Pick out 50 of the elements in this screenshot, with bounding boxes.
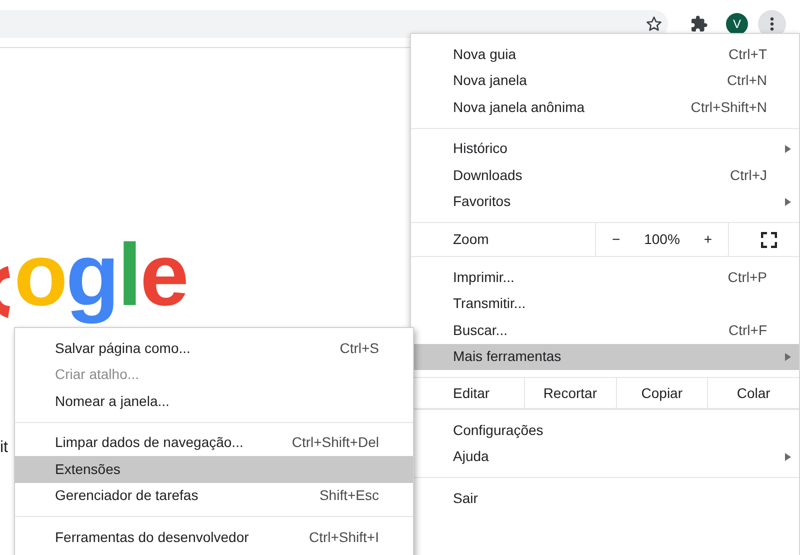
menu-item[interactable]: Downloads Ctrl+J — [411, 162, 799, 188]
menu-item[interactable]: Mais ferramentas — [411, 344, 799, 370]
star-icon[interactable] — [645, 14, 663, 32]
menu-item[interactable]: Nova guia Ctrl+T — [411, 41, 799, 68]
submenu-item[interactable]: Gerenciador de tarefas Shift+Esc — [15, 482, 413, 509]
menu-item[interactable]: Transmitir... — [411, 290, 799, 317]
edit-button[interactable]: Colar — [707, 378, 799, 408]
edit-button[interactable]: Recortar — [524, 378, 616, 408]
shortcut-text: Ctrl+N — [726, 71, 767, 90]
menu-item[interactable]: Nova janela anônima Ctrl+Shift+N — [411, 94, 799, 120]
shortcut-text: Shift+Esc — [319, 486, 379, 506]
submenu-item[interactable]: Salvar página como... Ctrl+S — [15, 335, 413, 362]
search-text: it — [0, 438, 8, 458]
edit-label: Editar — [452, 384, 491, 402]
shortcut-text: Ctrl+T — [728, 44, 767, 64]
avatar[interactable]: V — [726, 12, 748, 34]
submenu-arrow-icon — [785, 352, 791, 360]
menu-item[interactable]: Buscar... Ctrl+F — [411, 317, 799, 344]
zoom-label: Zoom — [452, 230, 490, 249]
menu-item[interactable]: Sair — [411, 485, 799, 512]
submenu-item[interactable]: Limpar dados de navegação... Ctrl+Shift+Del — [15, 430, 413, 456]
menu-item[interactable]: Nova janela Ctrl+N — [411, 68, 799, 94]
shortcut-text: Ctrl+Shift+I — [308, 528, 379, 547]
zoom-value: 100% — [644, 230, 680, 249]
shortcut-text: Ctrl+Shift+Del — [292, 433, 379, 452]
menu-item[interactable]: Configurações — [411, 417, 799, 444]
zoom-out-button[interactable]: − — [610, 229, 622, 250]
menu-item[interactable]: Ajuda — [411, 444, 799, 470]
shortcut-text: Ctrl+P — [728, 268, 767, 287]
zoom-in-button[interactable]: + — [702, 229, 714, 250]
shortcut-text: Ctrl+F — [728, 320, 767, 340]
puzzle-icon[interactable] — [690, 14, 708, 32]
more-vertical-icon — [770, 16, 774, 30]
menu-item[interactable]: Imprimir... Ctrl+P — [411, 264, 799, 290]
shortcut-text: Ctrl+S — [340, 338, 379, 358]
submenu-item: Criar atalho... — [54, 365, 140, 384]
shortcut-text: Ctrl+J — [730, 166, 767, 185]
submenu-item[interactable]: Ferramentas do desenvolvedor Ctrl+Shift+I — [15, 524, 413, 550]
submenu-arrow-icon — [785, 452, 791, 460]
menu-item[interactable]: Histórico — [411, 136, 799, 162]
logo-text: ogle — [14, 224, 187, 326]
submenu-item[interactable]: Extensões — [15, 456, 413, 482]
shortcut-text: Ctrl+Shift+N — [690, 98, 767, 117]
fullscreen-icon[interactable] — [761, 232, 777, 248]
logo-fragment-icon — [0, 266, 10, 318]
submenu-item[interactable]: Nomear a janela... — [15, 388, 413, 414]
submenu-arrow-icon — [785, 144, 791, 152]
submenu-arrow-icon — [785, 198, 791, 206]
menu-item[interactable]: Favoritos — [411, 188, 799, 215]
edit-button[interactable]: Copiar — [616, 378, 708, 408]
